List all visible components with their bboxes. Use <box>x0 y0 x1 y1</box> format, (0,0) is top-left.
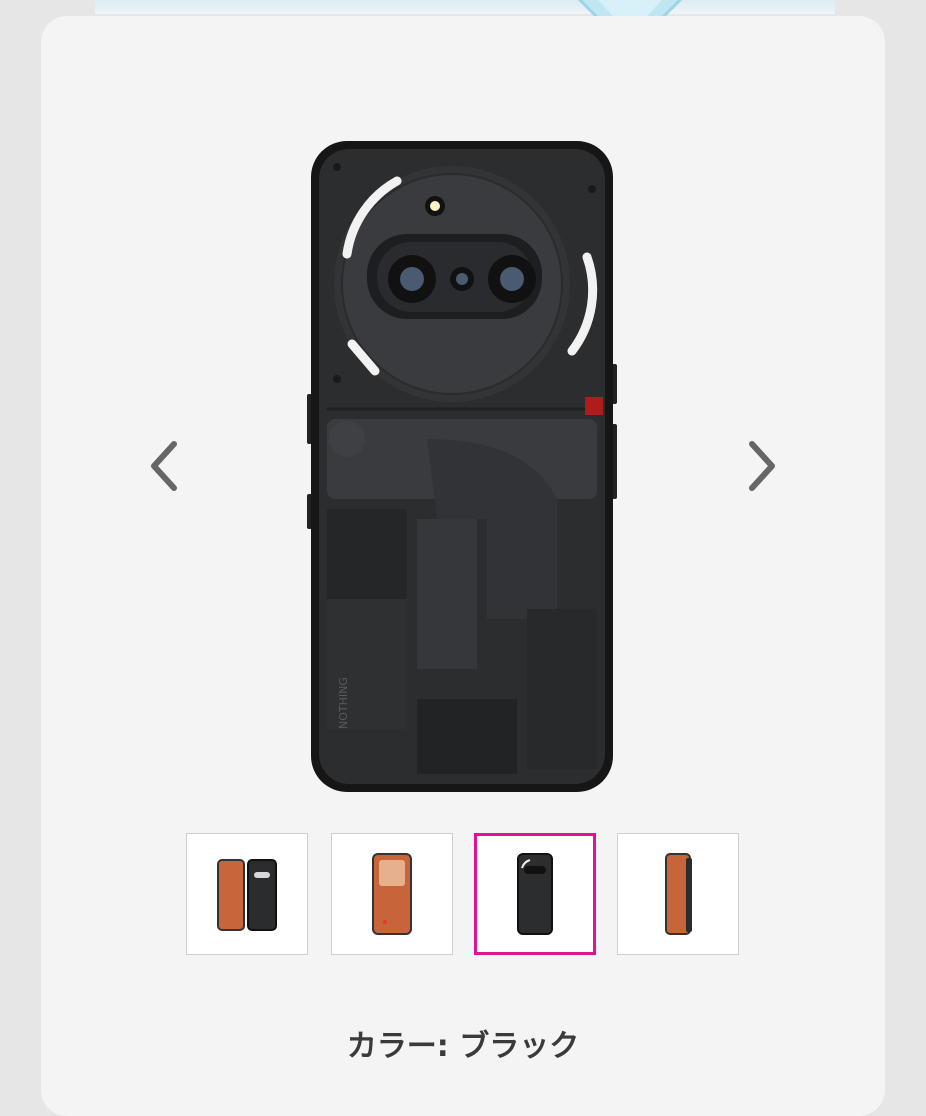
thumbnail-1[interactable] <box>186 833 308 955</box>
thumbnail-image-3 <box>517 853 553 935</box>
next-image-button[interactable] <box>737 436 787 496</box>
phone-brand-mark: NOTHING <box>337 677 350 729</box>
thumbnail-strip <box>186 833 746 957</box>
thumbnail-2[interactable] <box>331 833 453 955</box>
main-image-stage: NOTHING <box>41 16 885 816</box>
thumbnail-image-2 <box>372 853 412 935</box>
prev-image-button[interactable] <box>139 436 189 496</box>
chevron-right-icon <box>749 441 775 491</box>
thumbnail-3[interactable] <box>474 833 596 955</box>
top-banner-strip <box>95 0 835 14</box>
chevron-left-icon <box>151 441 177 491</box>
product-gallery-card: NOTHING カラー: ブラック <box>41 16 885 1116</box>
thumbnail-image-1 <box>217 859 277 931</box>
selected-color-label: カラー: ブラック <box>346 1029 580 1064</box>
thumbnail-4[interactable] <box>617 833 739 955</box>
thumbnail-image-4 <box>665 853 692 935</box>
phone-back-image: NOTHING <box>307 141 617 792</box>
